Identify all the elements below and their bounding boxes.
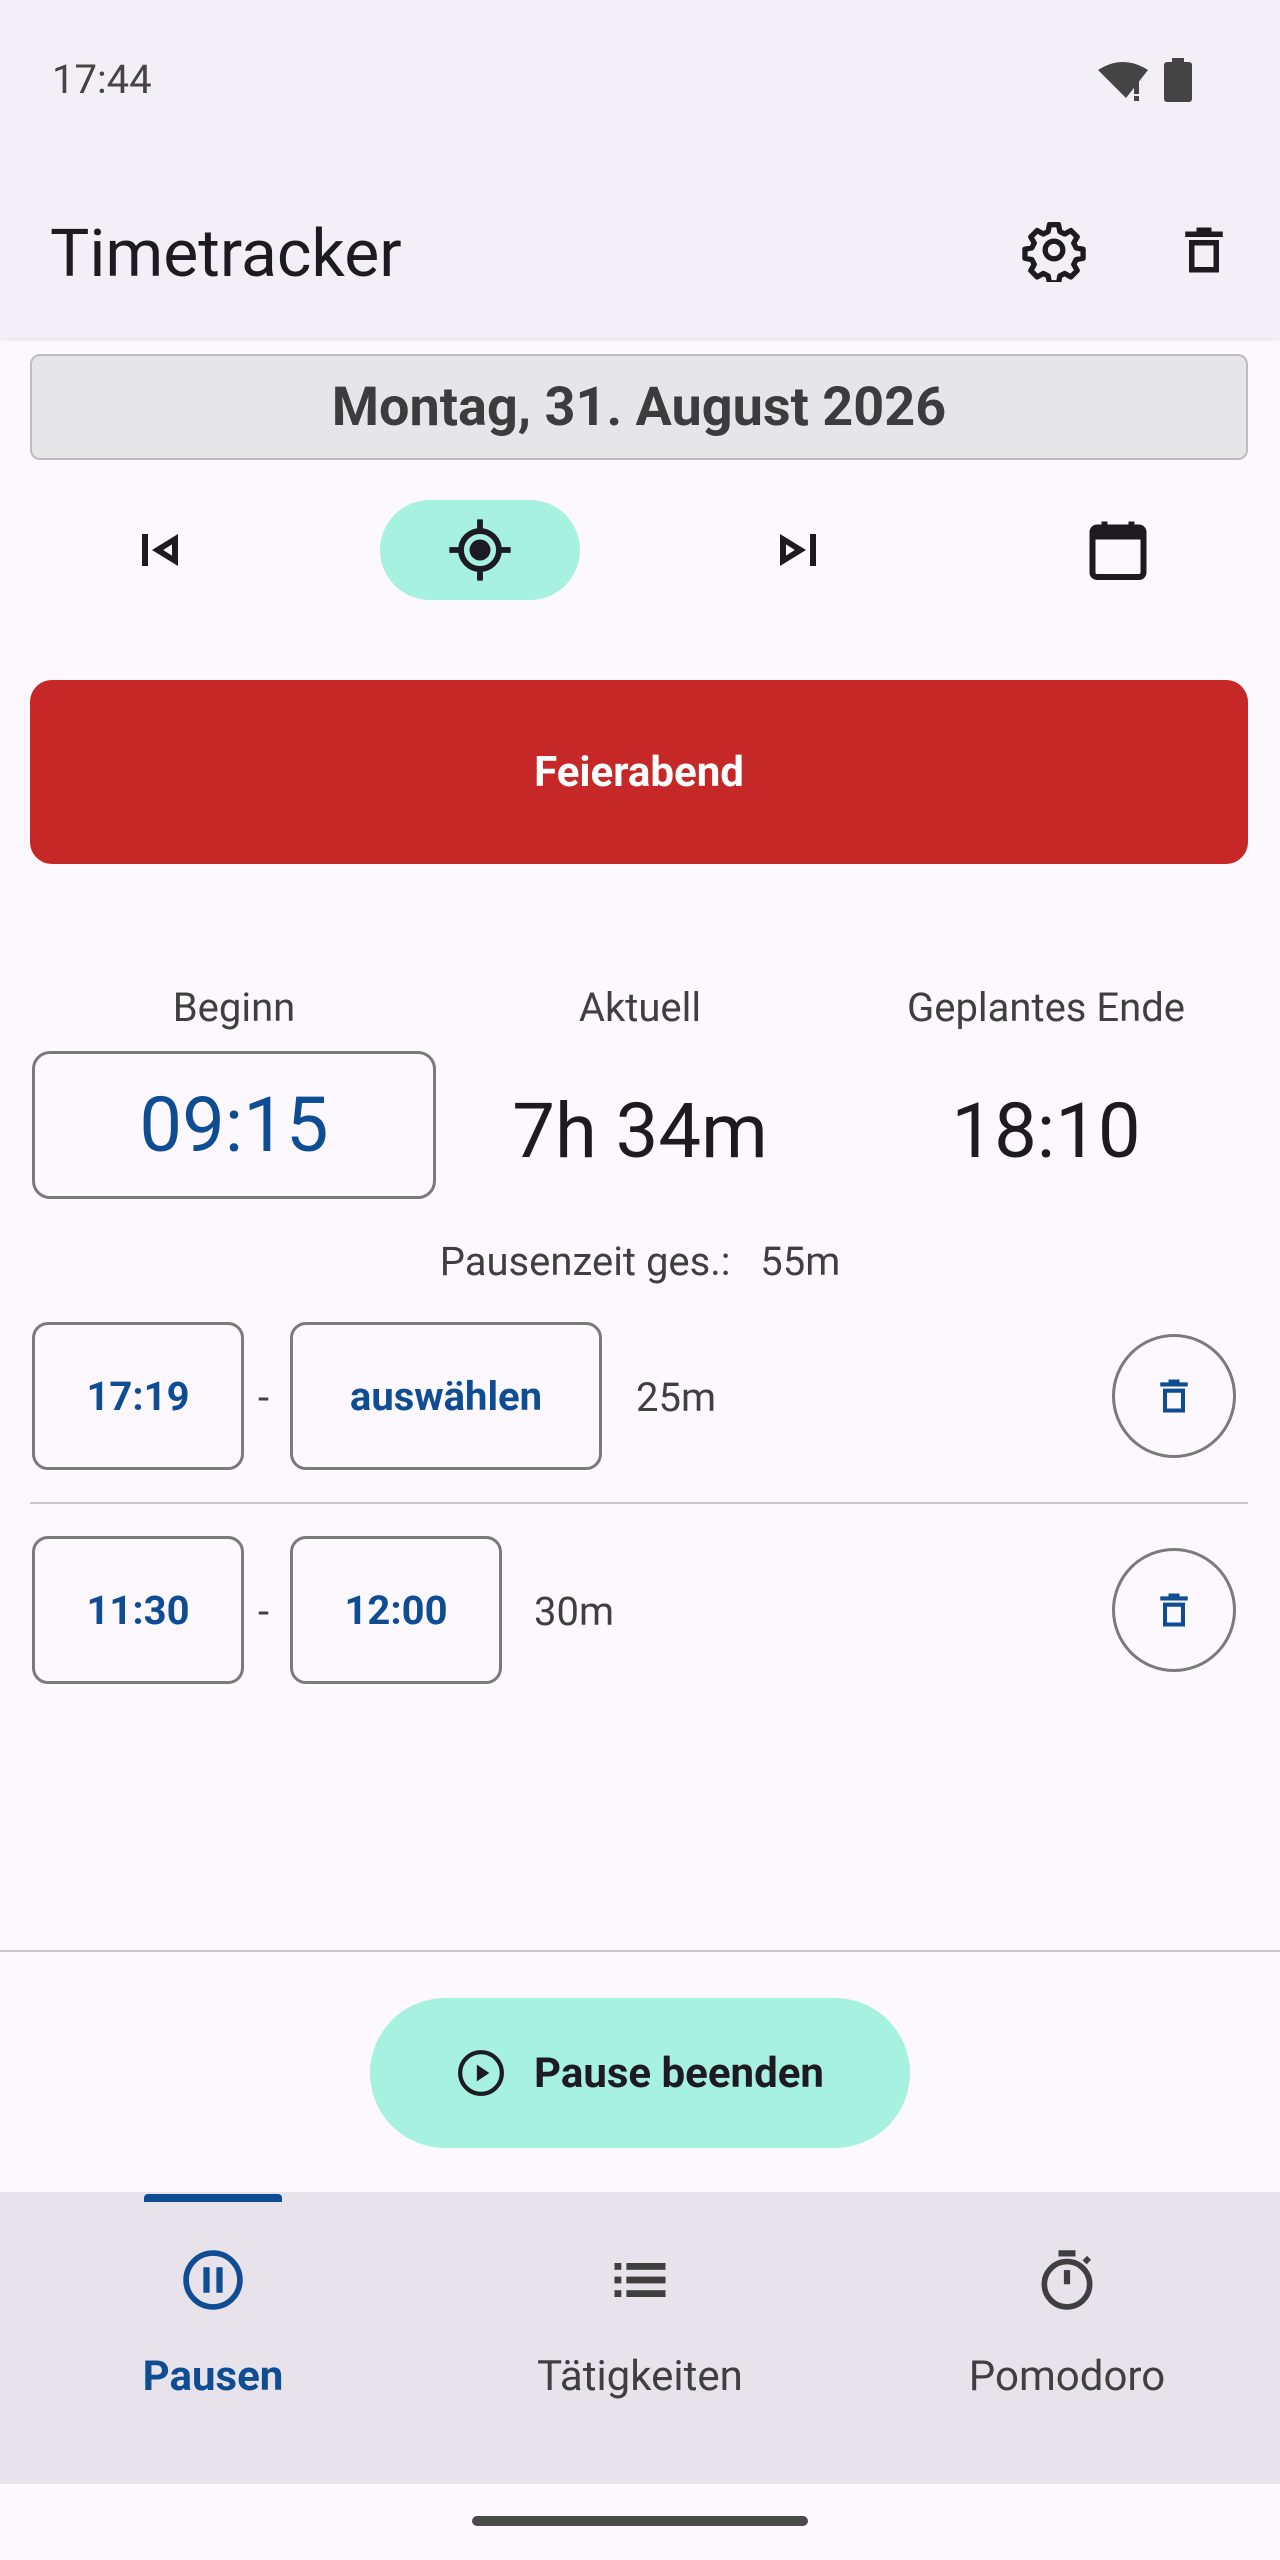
planned-end-time: 18:10	[951, 1086, 1141, 1176]
nav-item-taetigkeiten[interactable]: Tätigkeiten	[427, 2192, 853, 2484]
app-bar: Timetracker	[0, 160, 1280, 338]
nav-label-pomodoro: Pomodoro	[968, 2352, 1166, 2401]
pause-duration: 30m	[534, 1588, 615, 1635]
begin-label: Beginn	[172, 984, 296, 1031]
status-time: 17:44	[52, 56, 152, 103]
calendar-button[interactable]	[1068, 500, 1168, 600]
current-label: Aktuell	[578, 984, 702, 1031]
row-divider	[30, 1502, 1248, 1504]
nav-label-taetigkeiten: Tätigkeiten	[537, 2352, 743, 2401]
skip-next-icon	[780, 534, 816, 566]
trash-icon	[1160, 1593, 1188, 1627]
pause-end-field[interactable]: 12:00	[290, 1536, 502, 1684]
current-duration: 7h 34m	[512, 1086, 768, 1176]
pause-separator: -	[258, 1374, 270, 1421]
gear-icon	[1022, 222, 1086, 282]
previous-day-button[interactable]	[110, 500, 210, 600]
pause-total-label: Pausenzeit ges.:	[439, 1238, 731, 1285]
app-title: Timetracker	[50, 216, 402, 293]
calendar-icon	[1089, 521, 1147, 580]
battery-icon	[1164, 58, 1192, 102]
end-pause-label: Pause beenden	[534, 2048, 824, 2098]
stopwatch-icon	[1041, 2250, 1093, 2310]
wifi-icon	[1098, 62, 1148, 101]
skip-previous-icon	[142, 534, 178, 566]
status-bar: 17:44	[0, 0, 1280, 160]
pause-duration: 25m	[636, 1374, 717, 1421]
bottom-navigation: Pausen Tätigkeiten Pomodoro	[0, 2192, 1280, 2484]
delete-pause-button[interactable]	[1112, 1548, 1236, 1672]
delete-day-button[interactable]	[1164, 210, 1244, 290]
pause-start-field[interactable]: 17:19	[32, 1322, 244, 1470]
home-indicator[interactable]	[472, 2516, 808, 2526]
list-icon	[614, 2263, 666, 2297]
feierabend-button[interactable]: Feierabend	[30, 680, 1248, 864]
begin-time-field[interactable]: 09:15	[32, 1051, 436, 1199]
section-divider	[0, 1950, 1280, 1952]
nav-label-pausen: Pausen	[142, 2352, 284, 2401]
nav-item-pomodoro[interactable]: Pomodoro	[854, 2192, 1280, 2484]
pause-end-field[interactable]: auswählen	[290, 1322, 602, 1470]
settings-button[interactable]	[1014, 210, 1094, 290]
today-button[interactable]	[380, 500, 580, 600]
date-display[interactable]: Montag, 31. August 2026	[30, 354, 1248, 460]
next-day-button[interactable]	[748, 500, 848, 600]
end-pause-button[interactable]: Pause beenden	[370, 1998, 910, 2148]
pause-circle-icon	[183, 2250, 243, 2310]
trash-icon	[1185, 227, 1223, 273]
pause-separator: -	[258, 1588, 270, 1635]
play-circle-icon	[458, 2050, 504, 2096]
nav-item-pausen[interactable]: Pausen	[0, 2192, 426, 2484]
planned-end-label: Geplantes Ende	[907, 984, 1185, 1031]
delete-pause-button[interactable]	[1112, 1334, 1236, 1458]
pause-total: Pausenzeit ges.: 55m	[0, 1238, 1280, 1285]
pause-start-field[interactable]: 11:30	[32, 1536, 244, 1684]
pause-total-value: 55m	[760, 1238, 841, 1285]
active-tab-indicator	[144, 2194, 282, 2202]
target-icon	[449, 519, 511, 581]
trash-icon	[1160, 1379, 1188, 1413]
